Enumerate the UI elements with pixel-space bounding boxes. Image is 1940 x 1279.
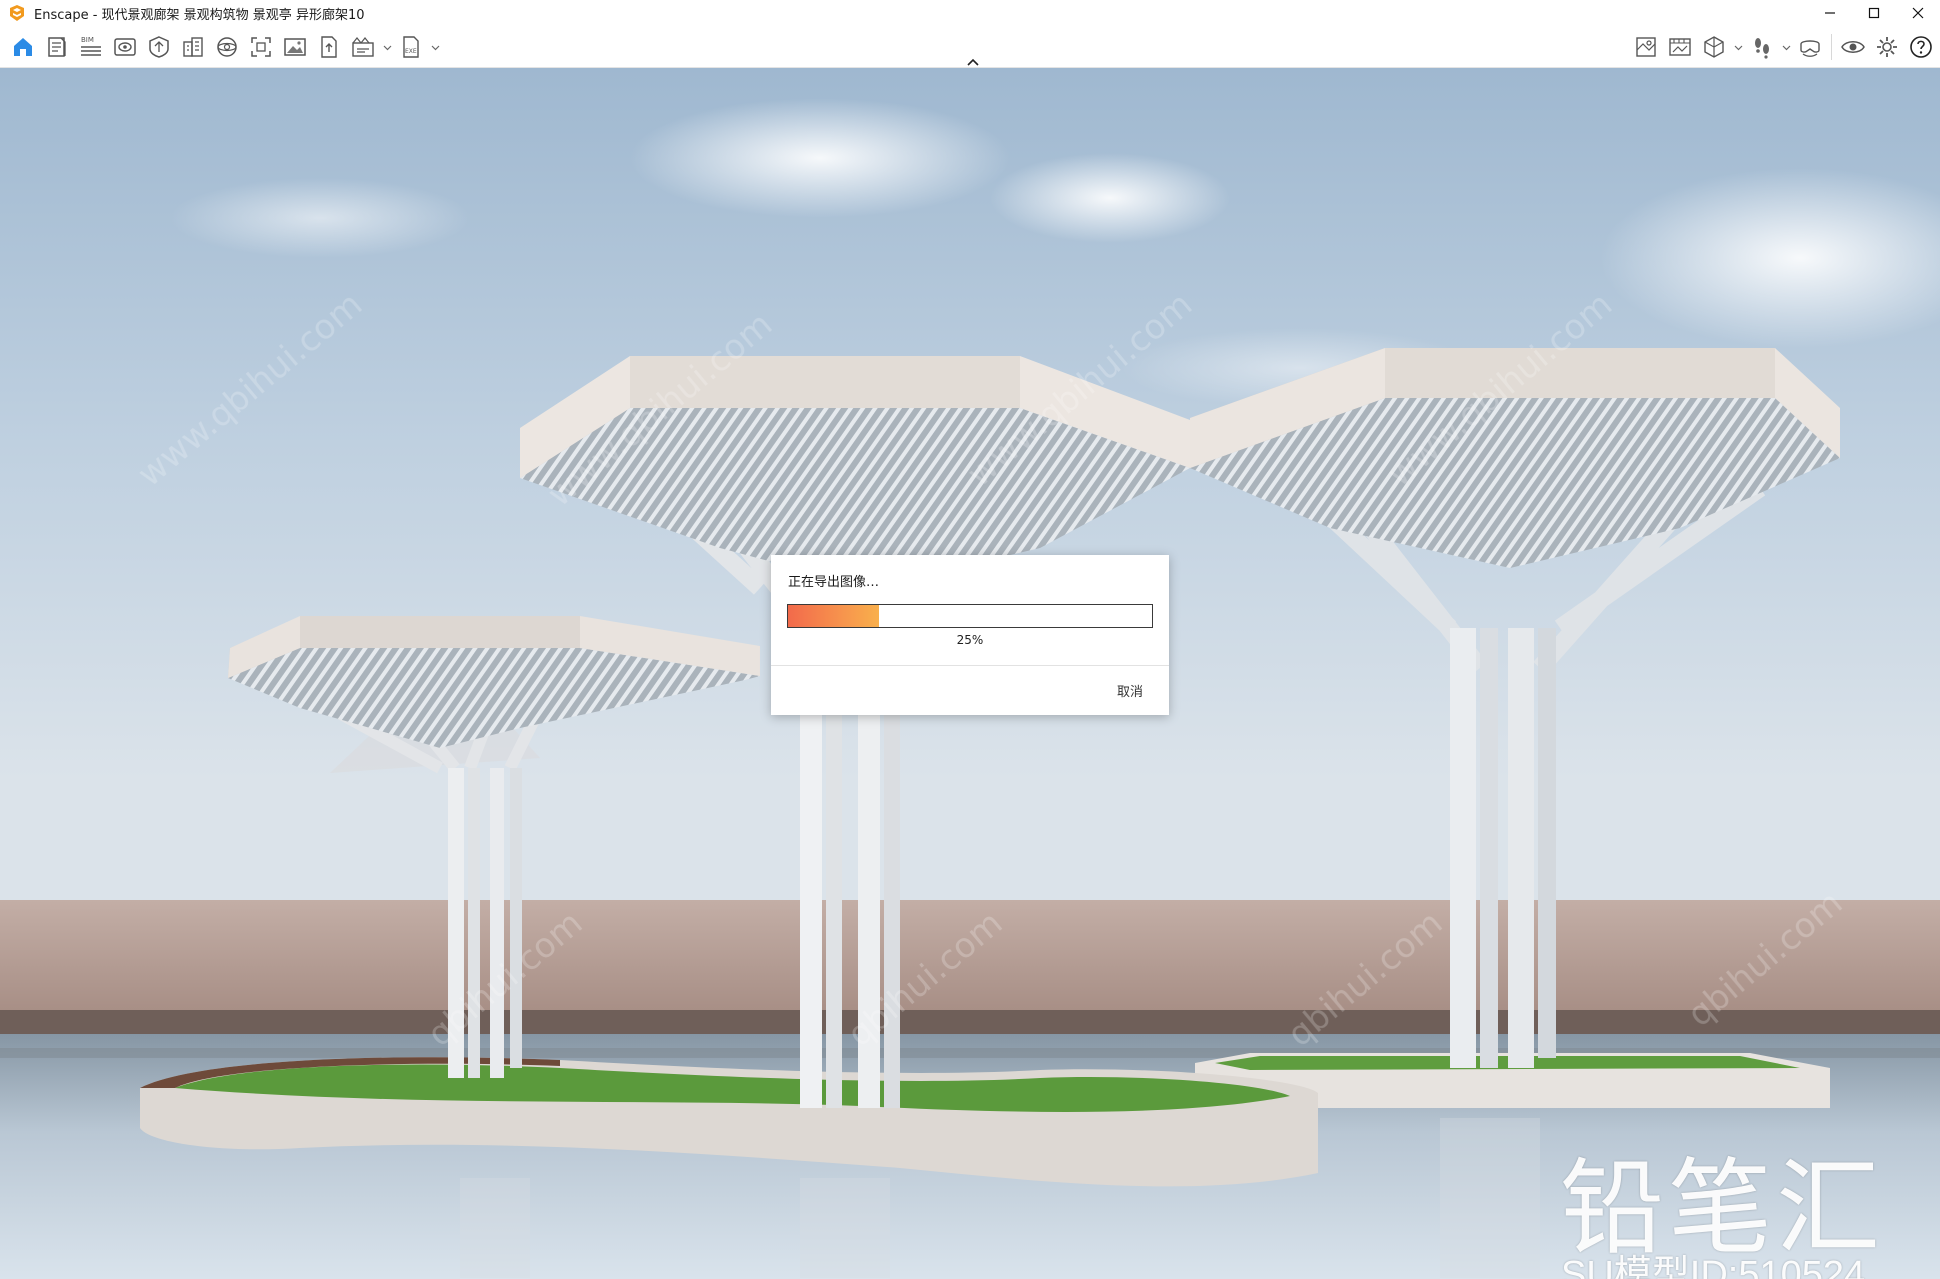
- close-icon: [1912, 7, 1924, 19]
- chevron-down-icon: [431, 45, 439, 50]
- chevron-up-icon: [967, 58, 979, 66]
- progress-bar: [787, 604, 1153, 628]
- bim-badge: BIM: [81, 36, 94, 44]
- map-button[interactable]: [1629, 31, 1663, 63]
- batch-render-button[interactable]: [346, 31, 380, 63]
- views-button[interactable]: [108, 31, 142, 63]
- bim-button[interactable]: BIM: [74, 31, 108, 63]
- toolbar-collapse-button[interactable]: [962, 55, 984, 69]
- walk-mode-dropdown[interactable]: [1779, 31, 1793, 63]
- visibility-icon: [1841, 41, 1865, 53]
- section-icon: [1704, 36, 1724, 58]
- chevron-down-icon: [1734, 45, 1742, 50]
- home-icon: [14, 38, 32, 56]
- footsteps-icon: [1755, 38, 1769, 59]
- section-button[interactable]: [1697, 31, 1731, 63]
- maximize-icon: [1868, 7, 1880, 19]
- batch-render-icon: [352, 37, 374, 57]
- upload-icon: [321, 36, 337, 58]
- main-toolbar: BIM EXE: [0, 26, 1940, 68]
- window-controls: [1808, 0, 1940, 26]
- title-bar: Enscape - 现代景观廊架 景观构筑物 景观亭 异形廊架10: [0, 0, 1940, 26]
- export-exe-button[interactable]: EXE: [394, 31, 428, 63]
- dialog-divider: [771, 665, 1169, 666]
- batch-render-dropdown[interactable]: [380, 31, 394, 63]
- panorama-icon: [217, 37, 237, 57]
- cancel-button[interactable]: 取消: [1117, 681, 1143, 700]
- site-context-button[interactable]: [176, 31, 210, 63]
- vr-button[interactable]: [1793, 31, 1827, 63]
- minimize-icon: [1825, 12, 1835, 14]
- model-id-watermark: SU模型ID:510524: [1561, 1254, 1866, 1279]
- section-dropdown[interactable]: [1731, 31, 1745, 63]
- screenshot-icon: [251, 37, 271, 57]
- close-button[interactable]: [1896, 0, 1940, 26]
- progress-bar-fill: [788, 605, 879, 627]
- chevron-down-icon: [1782, 45, 1790, 50]
- progress-percent: 25%: [956, 633, 984, 647]
- minimize-button[interactable]: [1808, 0, 1852, 26]
- walk-mode-button[interactable]: [1745, 31, 1779, 63]
- upload-button[interactable]: [312, 31, 346, 63]
- asset-library-icon: [149, 36, 169, 58]
- eye-view-icon: [114, 38, 136, 56]
- building-icon: [183, 37, 203, 57]
- project-icon: [48, 37, 66, 57]
- toolbar-separator: [1831, 34, 1832, 60]
- toolbar-right-group: [1629, 31, 1938, 63]
- map-icon: [1636, 37, 1656, 57]
- gallery-icon: [1669, 38, 1691, 56]
- gallery-button[interactable]: [1663, 31, 1697, 63]
- settings-button[interactable]: [1870, 31, 1904, 63]
- toolbar-left-group: BIM EXE: [6, 31, 442, 63]
- export-exe-icon: EXE: [403, 36, 419, 58]
- vr-headset-icon: [1800, 40, 1820, 57]
- maximize-button[interactable]: [1852, 0, 1896, 26]
- screenshot-button[interactable]: [244, 31, 278, 63]
- export-progress-dialog: 正在导出图像… 25% 取消: [771, 555, 1169, 715]
- home-button[interactable]: [6, 31, 40, 63]
- bim-icon: BIM: [81, 36, 101, 56]
- asset-library-button[interactable]: [142, 31, 176, 63]
- settings-icon: [1877, 37, 1897, 57]
- chevron-down-icon: [383, 45, 391, 50]
- image-icon: [284, 38, 306, 56]
- image-export-button[interactable]: [278, 31, 312, 63]
- visual-settings-button[interactable]: [1836, 31, 1870, 63]
- help-button[interactable]: [1904, 31, 1938, 63]
- enscape-logo-icon: [10, 5, 24, 21]
- exe-badge: EXE: [405, 48, 417, 55]
- panorama-button[interactable]: [210, 31, 244, 63]
- help-icon: [1910, 36, 1932, 58]
- dialog-title: 正在导出图像…: [788, 575, 880, 590]
- project-button[interactable]: [40, 31, 74, 63]
- window-title: Enscape - 现代景观廊架 景观构筑物 景观亭 异形廊架10: [34, 7, 365, 23]
- export-dropdown[interactable]: [428, 31, 442, 63]
